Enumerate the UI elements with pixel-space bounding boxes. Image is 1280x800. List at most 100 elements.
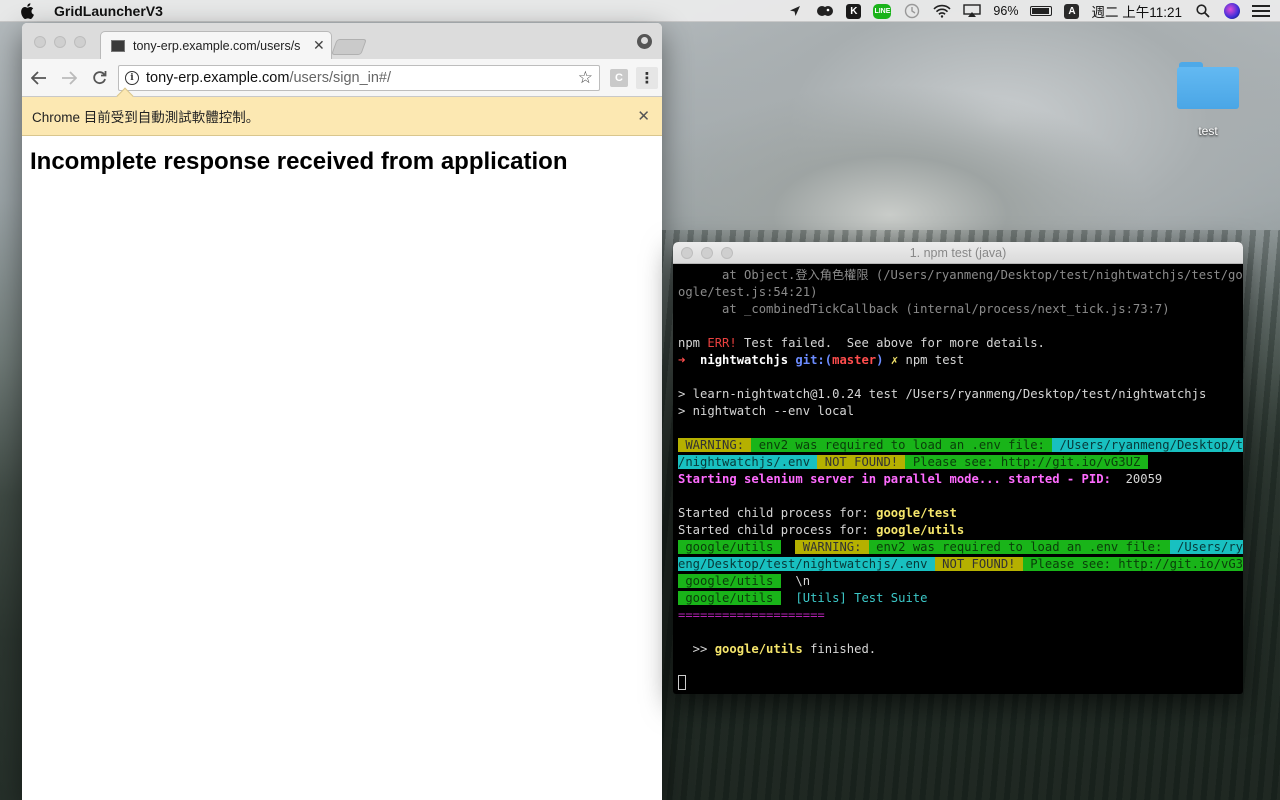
browser-tab[interactable]: tony-erp.example.com/users/s ✕ <box>100 31 332 59</box>
terminal-output[interactable]: at Object.登入角色權限 (/Users/ryanmeng/Deskto… <box>673 264 1243 694</box>
finished-label: finished. <box>802 642 877 656</box>
time-machine-icon[interactable] <box>903 3 921 19</box>
prompt-branch: master <box>832 353 877 367</box>
automation-infobar: Chrome 目前受到自動測試軟體控制。 ✕ <box>22 87 662 136</box>
selenium-pid: 20059 <box>1118 472 1163 486</box>
warning-path: /Users/ryanmeng/Desktop/test <box>1052 438 1243 452</box>
profile-icon[interactable] <box>637 34 652 49</box>
see-link: Please see: http://git.io/vG3UZ <box>905 455 1148 469</box>
prompt-dir: nightwatchjs <box>692 353 796 367</box>
terminal-window: 1. npm test (java) at Object.登入角色權限 (/Us… <box>673 242 1243 694</box>
menu-bar: GridLauncherV3 K LINE 96% A 週二 上午11:21 <box>0 0 1280 22</box>
address-bar[interactable]: i tony-erp.example.com/users/sign_in#/ ☆ <box>118 64 600 91</box>
terminal-warning-line: WARNING: env2 was required to load an .e… <box>678 437 1243 454</box>
terminal-line: ogle/test.js:54:21) <box>678 285 818 299</box>
finished-suite: google/utils <box>714 642 803 656</box>
close-window-button[interactable] <box>34 36 46 48</box>
see-link: Please see: http://git.io/vG3UZ <box>1022 557 1243 571</box>
airplay-icon[interactable] <box>963 3 982 19</box>
infobar-close-icon[interactable]: ✕ <box>637 107 650 125</box>
back-button[interactable] <box>26 65 52 91</box>
terminal-warning-line: eng/Desktop/test/nightwatchjs/.env NOT F… <box>678 556 1243 573</box>
prompt-dirty-mark: ✗ <box>883 353 899 367</box>
zoom-window-button[interactable] <box>74 36 86 48</box>
child-process-label: Started child process for: <box>678 506 877 520</box>
child-process-label: Started child process for: <box>678 523 877 537</box>
terminal-line: Started child process for: google/test <box>678 505 1238 522</box>
siri-icon[interactable] <box>1224 3 1240 19</box>
child-process-name: google/utils <box>876 523 965 537</box>
terminal-prompt-line: ➜ nightwatchjs git:(master) ✗ npm test <box>678 352 1238 369</box>
reload-button[interactable] <box>86 65 112 91</box>
terminal-separator: ==================== <box>678 608 825 622</box>
terminal-line: Starting selenium server in parallel mod… <box>678 471 1238 488</box>
terminal-line: Started child process for: google/utils <box>678 522 1238 539</box>
warning-message: env2 was required to load an .env file: <box>751 438 1053 452</box>
window-controls <box>34 36 86 48</box>
chrome-menu-icon[interactable]: ⋮ <box>636 66 658 89</box>
terminal-close-button[interactable] <box>681 247 693 259</box>
bookmark-star-icon[interactable]: ☆ <box>578 68 593 88</box>
apple-menu-icon[interactable] <box>20 2 34 19</box>
warning-path: /Users/ryanm <box>1169 540 1243 554</box>
terminal-minimize-button[interactable] <box>701 247 713 259</box>
wifi-icon[interactable] <box>933 3 952 19</box>
terminal-line: >> google/utils finished. <box>678 641 1238 658</box>
finished-prefix: >> <box>678 642 715 656</box>
forward-button[interactable] <box>56 65 82 91</box>
new-tab-button[interactable] <box>331 39 367 55</box>
desktop-folder-label: test <box>1198 124 1218 138</box>
warning-badge: WARNING: <box>678 438 752 452</box>
location-arrow-icon[interactable] <box>786 3 804 19</box>
npm-err-message: Test failed. See above for more details. <box>736 336 1045 350</box>
not-found-badge: NOT FOUND! <box>934 557 1023 571</box>
terminal-line: > learn-nightwatch@1.0.24 test /Users/ry… <box>678 387 1207 401</box>
prompt-command: npm test <box>898 353 965 367</box>
clock[interactable]: 週二 上午11:21 <box>1091 1 1182 21</box>
child-process-name: google/test <box>876 506 957 520</box>
desktop-folder-test[interactable]: test <box>1170 58 1246 138</box>
page-heading: Incomplete response received from applic… <box>30 148 568 175</box>
extension-icon[interactable]: C <box>610 68 628 87</box>
tab-strip: tony-erp.example.com/users/s ✕ <box>22 23 662 59</box>
process-tag: google/utils <box>678 591 781 605</box>
terminal-cursor[interactable] <box>678 675 686 690</box>
minimize-window-button[interactable] <box>54 36 66 48</box>
k-app-icon[interactable]: K <box>846 3 862 19</box>
spotlight-search-icon[interactable] <box>1194 3 1212 19</box>
terminal-line: at _combinedTickCallback (internal/proce… <box>678 302 1170 316</box>
warning-path-cont: eng/Desktop/test/nightwatchjs/.env <box>678 557 935 571</box>
page-content: Incomplete response received from applic… <box>22 136 662 188</box>
terminal-warning-line: /nightwatchjs/.env NOT FOUND! Please see… <box>678 454 1238 471</box>
not-found-badge: NOT FOUND! <box>817 455 906 469</box>
site-info-icon[interactable]: i <box>125 70 139 85</box>
battery-icon[interactable] <box>1030 6 1053 16</box>
terminal-zoom-button[interactable] <box>721 247 733 259</box>
newline-output: \n <box>780 574 811 588</box>
warning-message: env2 was required to load an .env file: <box>868 540 1170 554</box>
chrome-window: tony-erp.example.com/users/s ✕ i tony-er… <box>22 23 662 800</box>
terminal-line: google/utils \n <box>678 573 1238 590</box>
npm-prefix: npm <box>678 336 708 350</box>
notification-center-icon[interactable] <box>1252 5 1270 17</box>
line-app-icon[interactable]: LINE <box>873 3 892 19</box>
input-method-icon[interactable]: A <box>1064 3 1080 19</box>
folder-icon <box>1177 58 1239 109</box>
terminal-line: google/utils [Utils] Test Suite <box>678 590 1238 607</box>
tab-close-icon[interactable]: ✕ <box>313 37 325 54</box>
suite-name: [Utils] Test Suite <box>780 591 928 605</box>
active-app-name[interactable]: GridLauncherV3 <box>54 3 163 19</box>
terminal-window-controls <box>681 247 733 259</box>
gamepad-icon[interactable] <box>816 3 834 19</box>
terminal-line: at Object.登入角色權限 (/Users/ryanmeng/Deskto… <box>678 268 1243 282</box>
prompt-git: git:( <box>795 353 833 367</box>
warning-path-cont: /nightwatchjs/.env <box>678 455 818 469</box>
terminal-title: 1. npm test (java) <box>909 246 1007 260</box>
terminal-warning-line: google/utils WARNING: env2 was required … <box>678 539 1243 556</box>
url-domain: tony-erp.example.com <box>146 69 290 86</box>
browser-toolbar: i tony-erp.example.com/users/sign_in#/ ☆… <box>22 59 662 97</box>
